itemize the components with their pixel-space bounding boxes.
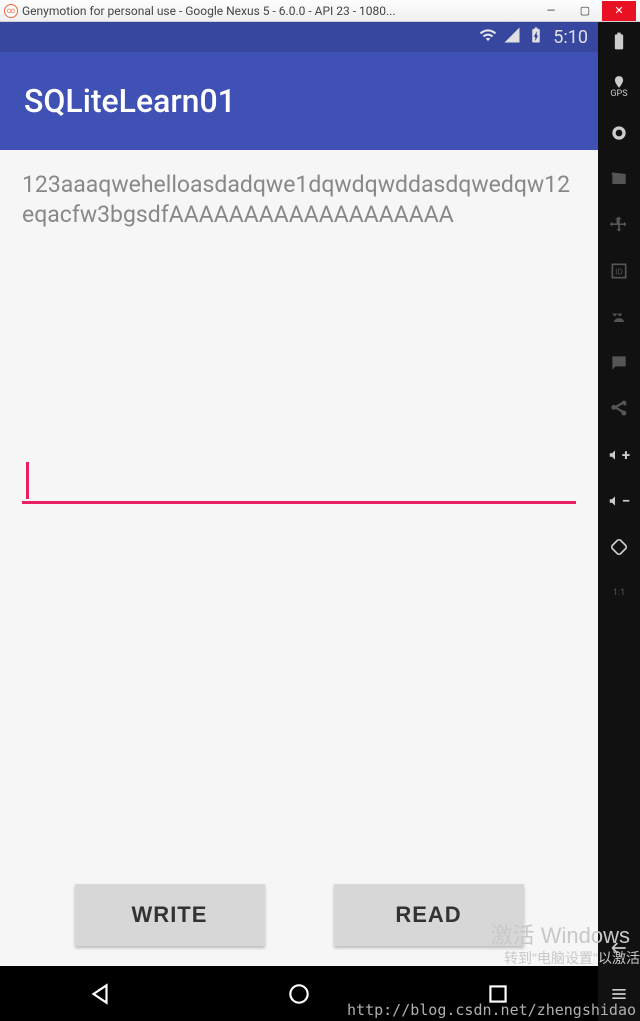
sidebar-back-icon[interactable] — [606, 935, 632, 961]
clock-text: 5:10 — [553, 27, 588, 48]
battery-charging-icon — [527, 26, 545, 48]
button-row: WRITE READ — [0, 884, 598, 946]
move-icon[interactable] — [606, 212, 632, 238]
write-button[interactable]: WRITE — [75, 884, 265, 946]
window-title: Genymotion for personal use - Google Nex… — [22, 4, 534, 18]
recents-button[interactable] — [458, 974, 538, 1014]
text-cursor — [26, 462, 29, 499]
volume-up-icon[interactable]: + — [606, 442, 632, 468]
rotate-icon[interactable] — [606, 534, 632, 560]
signal-icon — [503, 26, 521, 48]
android-status-bar: 5:10 — [0, 22, 598, 52]
output-textview: 123aaaqwehelloasdadqwe1dqwdqwddasdqwedqw… — [22, 170, 576, 230]
clapperboard-icon[interactable] — [606, 166, 632, 192]
emulator-sidebar: GPS ID + − 1:1 — [598, 22, 640, 1021]
identifier-icon[interactable]: ID — [606, 258, 632, 284]
volume-down-icon[interactable]: − — [606, 488, 632, 514]
app-content: 123aaaqwehelloasdadqwe1dqwdqwddasdqwedqw… — [0, 150, 598, 966]
app-title: SQLiteLearn01 — [24, 82, 236, 120]
battery-icon[interactable] — [606, 28, 632, 54]
sms-icon[interactable] — [606, 350, 632, 376]
wifi-icon — [479, 26, 497, 48]
app-bar: SQLiteLearn01 — [0, 52, 598, 150]
gps-icon[interactable]: GPS — [606, 74, 632, 100]
close-button[interactable]: ✕ — [602, 1, 636, 21]
android-nav-bar — [0, 966, 598, 1021]
minimize-button[interactable]: — — [534, 1, 568, 21]
window-controls: — ▢ ✕ — [534, 1, 636, 21]
camera-icon[interactable] — [606, 120, 632, 146]
svg-text:ID: ID — [615, 267, 623, 277]
genymotion-icon: ∞ — [4, 4, 18, 18]
read-button[interactable]: READ — [334, 884, 524, 946]
window-titlebar: ∞ Genymotion for personal use - Google N… — [0, 0, 640, 22]
device-screen: 5:10 SQLiteLearn01 123aaaqwehelloasdadqw… — [0, 22, 598, 1021]
home-button[interactable] — [259, 974, 339, 1014]
maximize-button[interactable]: ▢ — [568, 1, 602, 21]
pixel-perfect-icon[interactable]: 1:1 — [606, 580, 632, 606]
menu-icon[interactable] — [606, 981, 632, 1007]
share-icon[interactable] — [606, 396, 632, 422]
network-icon[interactable] — [606, 304, 632, 330]
back-button[interactable] — [60, 974, 140, 1014]
input-edittext[interactable] — [22, 460, 576, 504]
